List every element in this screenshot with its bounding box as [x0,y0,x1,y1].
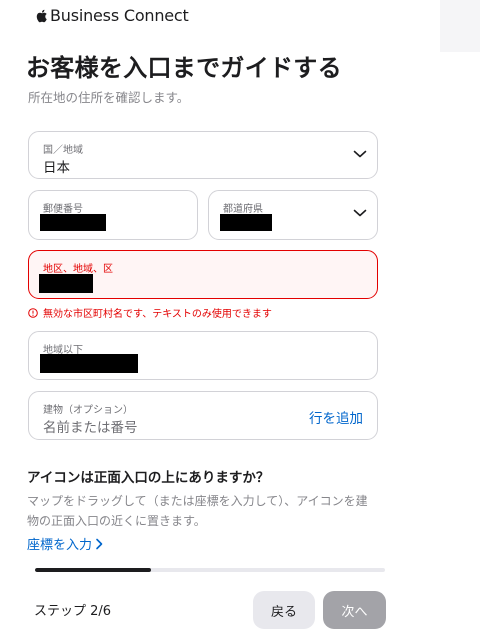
prefecture-select[interactable]: 都道府県 [208,190,378,240]
enter-coordinates-label: 座標を入力 [27,538,93,553]
chevron-right-icon [96,538,103,549]
postal-code-label: 郵便番号 [43,204,83,215]
brand-name: Business Connect [50,6,189,25]
error-text: 無効な市区町村名です、テキストのみ使用できます [43,309,272,320]
chevron-down-icon [353,150,367,158]
entrance-description: マップをドラッグして（または座標を入力して）、アイコンを建物の正面入口の近くに置… [27,494,368,528]
district-redacted-value [39,274,93,293]
building-field[interactable]: 建物（オプション） 名前または番号 行を追加 [28,391,378,440]
error-icon [28,307,38,318]
building-placeholder: 名前または番号 [43,420,138,436]
add-line-link[interactable]: 行を追加 [309,407,363,427]
progress-bar-fill [35,568,151,572]
progress-bar [35,568,385,572]
street-field[interactable]: 地域以下 [28,331,378,380]
country-value: 日本 [43,160,70,176]
district-field[interactable]: 地区、地域、区 [28,250,378,299]
page-subtitle: 所在地の住所を確認します。 [28,90,190,105]
postal-code-redacted-value [40,214,106,231]
brand-header: Business Connect [34,6,189,25]
prefecture-redacted-value [220,214,272,231]
prefecture-label: 都道府県 [223,204,263,215]
district-error-message: 無効な市区町村名です、テキストのみ使用できます [28,305,272,320]
postal-code-field[interactable]: 郵便番号 [28,190,198,240]
step-indicator: ステップ 2/6 [34,604,112,619]
page-title: お客様を入口までガイドする [26,54,342,82]
next-button[interactable]: 次へ [323,591,386,629]
right-edge-panel [440,0,480,52]
country-label: 国／地域 [43,145,83,156]
building-label: 建物（オプション） [43,405,133,416]
back-button[interactable]: 戻る [253,591,315,629]
enter-coordinates-link[interactable]: 座標を入力 [27,534,103,553]
country-select[interactable]: 国／地域 日本 [28,131,378,179]
district-label: 地区、地域、区 [43,264,113,275]
street-redacted-value [40,354,138,373]
entrance-question: アイコンは正面入口の上にありますか？ [27,470,270,486]
apple-logo-icon [36,9,47,22]
chevron-down-icon [353,209,367,217]
